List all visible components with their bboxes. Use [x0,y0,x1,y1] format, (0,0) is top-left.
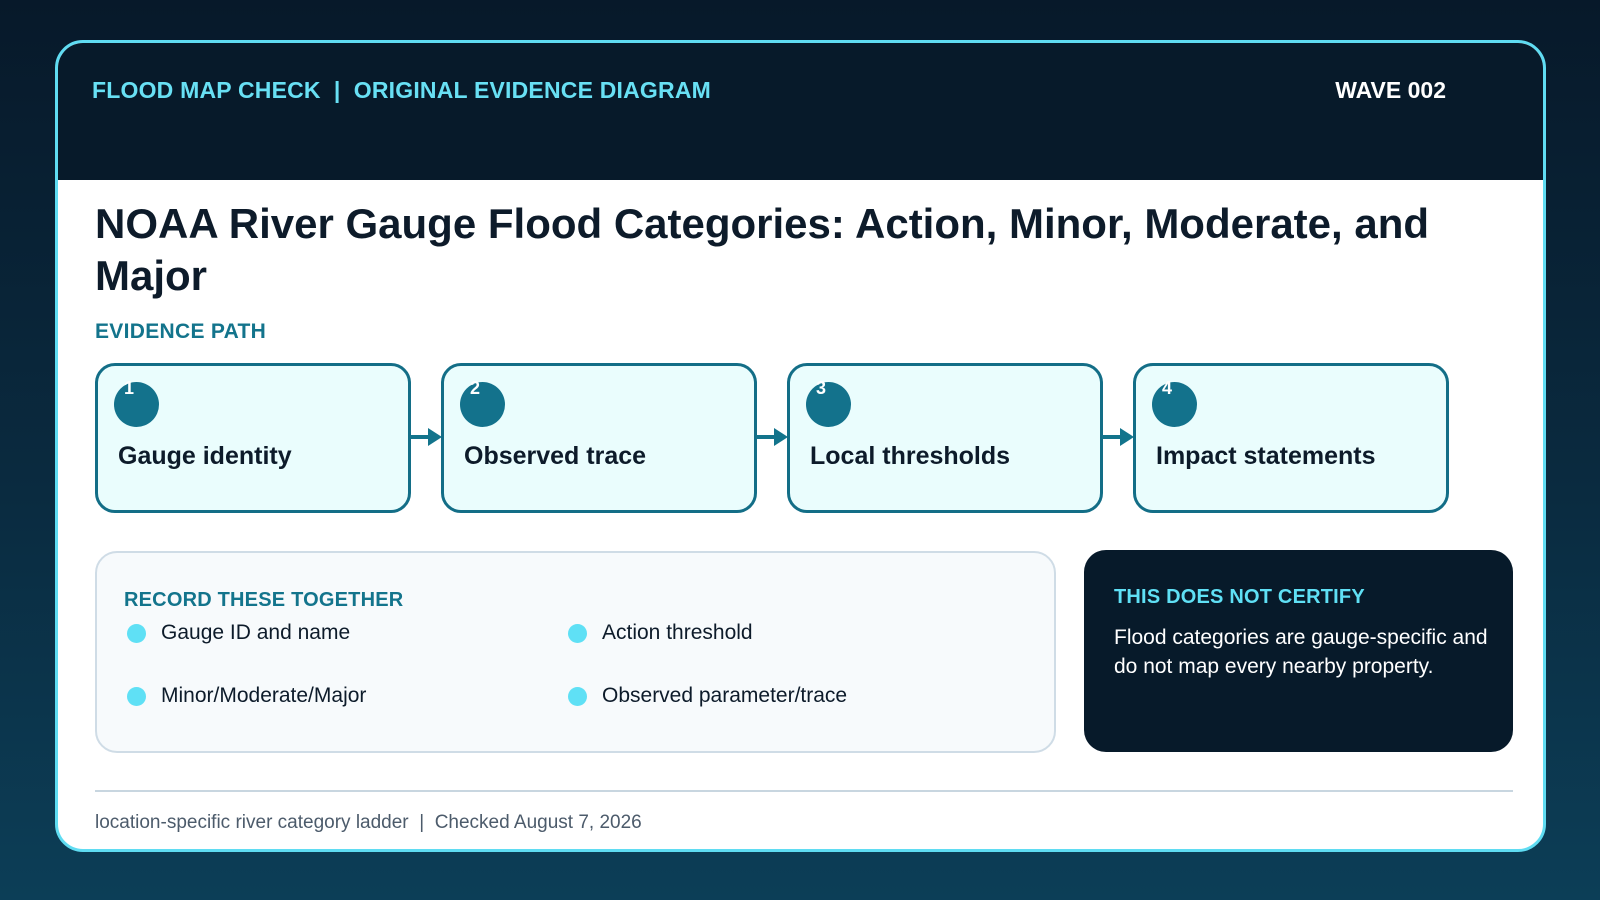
certify-body: Flood categories are gauge-specific and … [1114,626,1488,678]
record-together-panel: RECORD THESE TOGETHER Gauge ID and name … [95,551,1056,753]
step-number: 1 [124,378,135,398]
step-gauge-identity: 1 Gauge identity [95,363,411,513]
footer-divider [95,790,1513,792]
step-local-thresholds: 3 Local thresholds [787,363,1103,513]
footer-text: location-specific river category ladder … [95,812,642,833]
step-label: Observed trace [464,442,647,470]
step-number: 4 [1162,378,1173,398]
bullet-dot-icon [568,687,587,706]
step-number-badge: 3 [806,378,851,427]
header-bar: FLOOD MAP CHECK | ORIGINAL EVIDENCE DIAG… [58,43,1543,180]
bullet-dot-icon [127,624,146,643]
step-label: Impact statements [1156,442,1376,470]
record-item-text: Action threshold [602,621,753,644]
bullet-dot-icon [568,624,587,643]
does-not-certify-panel: THIS DOES NOT CERTIFY Flood categories a… [1084,550,1513,752]
arrow-right-icon [756,428,788,446]
record-label: RECORD THESE TOGETHER [124,589,404,611]
step-number-badge: 1 [114,378,159,427]
wave-label: WAVE 002 [1335,77,1446,103]
arrow-right-icon [1102,428,1134,446]
bullet-dot-icon [127,687,146,706]
step-impact-statements: 4 Impact statements [1133,363,1449,513]
step-number-badge: 4 [1152,378,1197,427]
step-number: 2 [470,378,481,398]
record-item-text: Minor/Moderate/Major [161,684,367,707]
step-observed-trace: 2 Observed trace [441,363,757,513]
header-kicker: FLOOD MAP CHECK | ORIGINAL EVIDENCE DIAG… [92,77,712,103]
evidence-card: FLOOD MAP CHECK | ORIGINAL EVIDENCE DIAG… [55,40,1546,852]
record-item-text: Gauge ID and name [161,621,351,644]
step-label: Local thresholds [810,442,1011,470]
evidence-path-label: EVIDENCE PATH [95,320,267,343]
step-label: Gauge identity [118,442,292,470]
page-title: NOAA River Gauge Flood Categories: Actio… [95,200,1430,299]
step-number: 3 [816,378,827,398]
step-number-badge: 2 [460,378,505,427]
record-item-text: Observed parameter/trace [602,684,848,707]
arrow-right-icon [410,428,442,446]
certify-label: THIS DOES NOT CERTIFY [1114,586,1365,608]
